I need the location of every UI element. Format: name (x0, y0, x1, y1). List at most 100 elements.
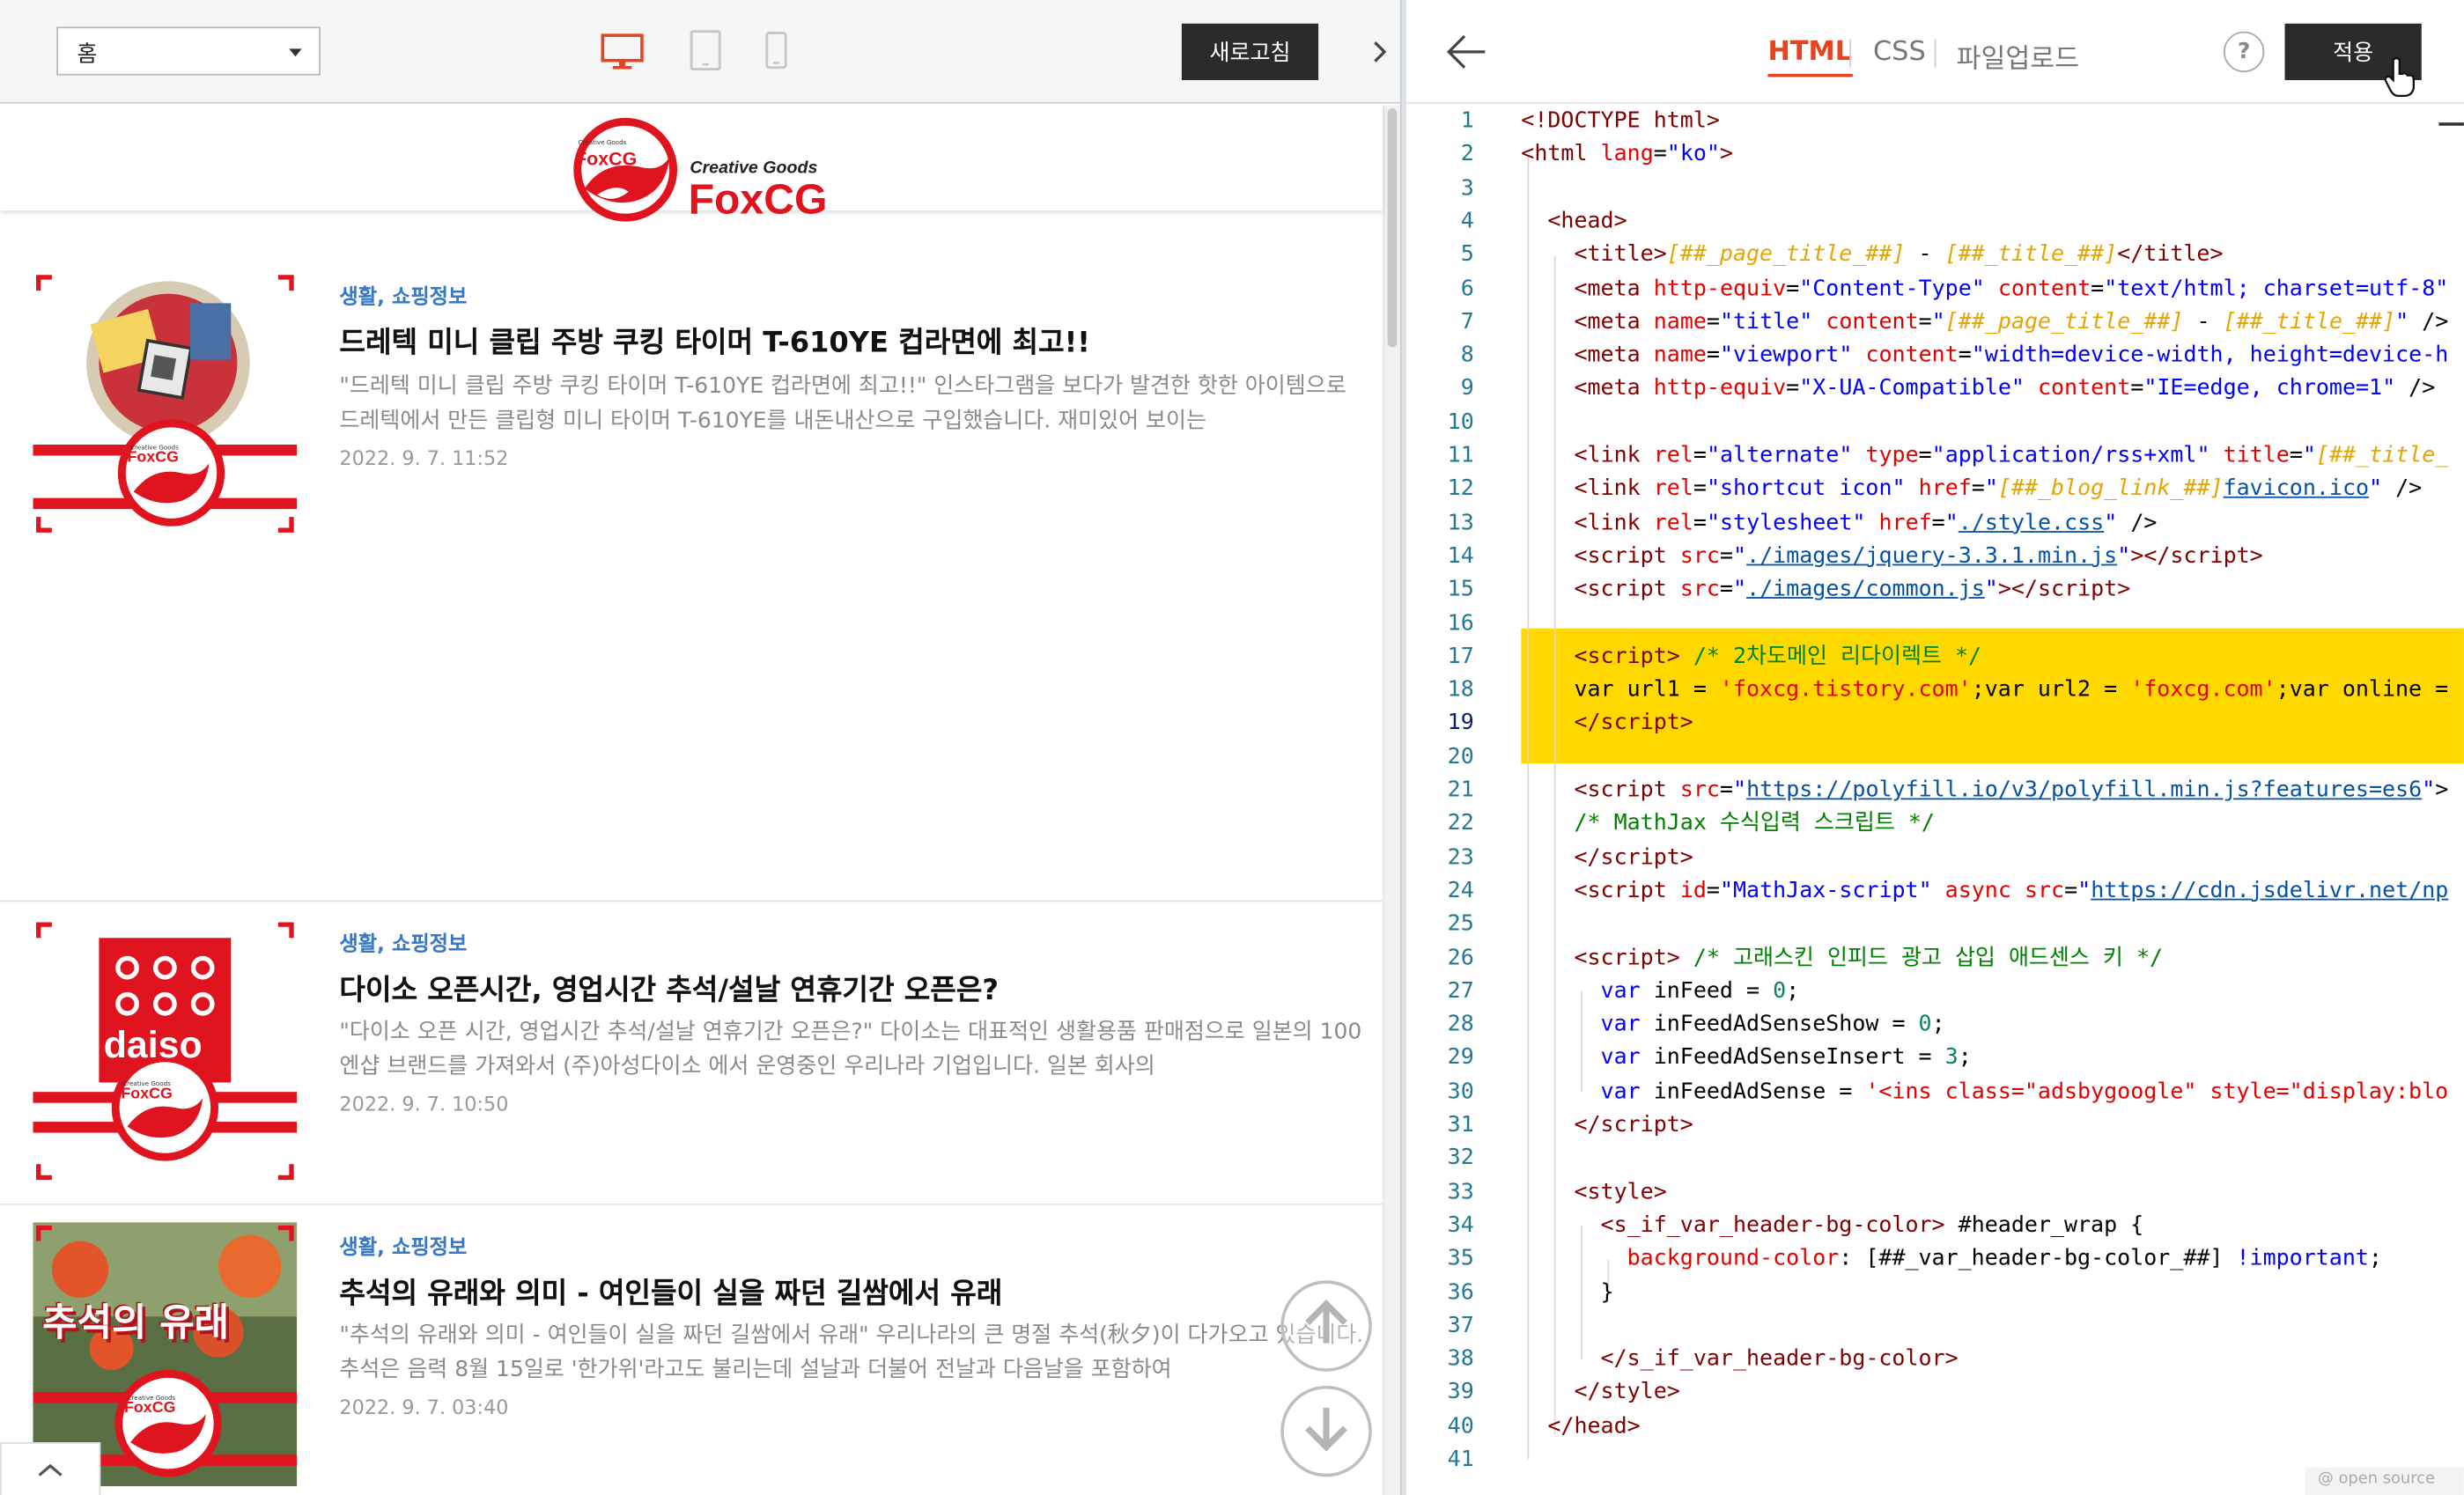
logo-tagline: Creative Goods (690, 158, 818, 178)
blog-header: Creative Goods FoxCG Creative Goods FoxC… (0, 105, 1383, 223)
line-number: 39 (1447, 1380, 1474, 1405)
tab-file-upload[interactable]: 파일업로드 (1957, 36, 2080, 76)
code-line[interactable]: var url1 = 'foxcg.tistory.com';var url2 … (1521, 674, 2448, 708)
code-line[interactable]: <title>[##_page_title_##] - [##_title_##… (1521, 239, 2223, 273)
post-title[interactable]: 추석의 유래와 의미 - 여인들이 실을 짜던 길쌈에서 유래 (339, 1271, 1002, 1312)
line-number: 31 (1447, 1112, 1474, 1138)
post-date: 2022. 9. 7. 03:40 (339, 1395, 509, 1419)
tab-separator (1934, 39, 1937, 68)
scroll-up-button[interactable] (1280, 1280, 1372, 1372)
code-line[interactable]: <meta http-equiv="X-UA-Compatible" conte… (1521, 373, 2435, 407)
code-line[interactable]: </head> (1521, 1410, 1640, 1444)
help-icon[interactable]: ? (2223, 31, 2265, 73)
line-number: 27 (1447, 978, 1474, 1004)
line-number: 35 (1447, 1246, 1474, 1271)
code-line[interactable]: <meta http-equiv="Content-Type" content=… (1521, 273, 2448, 306)
line-number: 15 (1447, 577, 1474, 602)
line-number: 13 (1447, 510, 1474, 535)
post-category[interactable]: 생활, 쇼핑정보 (339, 280, 467, 310)
line-number: 29 (1447, 1045, 1474, 1071)
code-line[interactable]: <script> /* 2차도메인 리다이렉트 */ (1521, 641, 1981, 674)
post-thumbnail[interactable]: daiso Creative Goods FoxCG (33, 918, 298, 1183)
chevron-right-icon[interactable] (1361, 32, 1398, 72)
code-line[interactable]: <link rel="stylesheet" href="./style.css… (1521, 507, 2157, 541)
line-number: 37 (1447, 1313, 1474, 1338)
line-number: 36 (1447, 1279, 1474, 1305)
code-editor[interactable]: 1 2 3 4 5 6 7 8 9 10 11 12 13 14 15 16 17 18 19 20 21 22 23 24 2… (1406, 105, 2464, 1495)
tab-html[interactable]: HTML (1767, 36, 1852, 77)
overview-ruler (2438, 122, 2464, 126)
page-select[interactable]: 홈 (56, 26, 321, 76)
tablet-icon[interactable] (690, 30, 721, 77)
scrollbar-thumb[interactable] (1387, 108, 1398, 348)
post-item[interactable]: daiso Creative Goods FoxCG 생활, 쇼핑정보 다이소 … (0, 902, 1383, 1205)
scroll-down-button[interactable] (1280, 1385, 1372, 1477)
code-line[interactable]: background-color: [##_var_header-bg-colo… (1521, 1243, 2382, 1277)
tab-css[interactable]: CSS (1873, 36, 1926, 68)
line-number: 24 (1447, 878, 1474, 903)
blog-logo[interactable]: Creative Goods FoxCG Creative Goods FoxC… (569, 113, 836, 225)
code-line[interactable]: <s_if_var_header-bg-color> #header_wrap … (1521, 1210, 2144, 1243)
code-line[interactable]: </script> (1521, 842, 1693, 875)
code-line[interactable]: <!DOCTYPE html> (1521, 106, 1720, 139)
refresh-button[interactable]: 새로고침 (1181, 23, 1319, 81)
post-title[interactable]: 드레텍 미니 클립 주방 쿠킹 타이머 T-610YE 컵라면에 최고!! (339, 320, 1090, 361)
tab-separator (1849, 39, 1852, 68)
code-line[interactable]: /* MathJax 수식입력 스크립트 */ (1521, 808, 1934, 842)
line-number: 20 (1447, 744, 1474, 770)
code-line[interactable]: <link rel="shortcut icon" href="[##_blog… (1521, 474, 2422, 507)
post-item[interactable]: 추석의 유래 Creative Goods FoxCG 생활, 쇼핑정보 추석의… (0, 1205, 1383, 1495)
code-line[interactable]: </style> (1521, 1377, 1679, 1410)
line-number: 9 (1460, 376, 1474, 401)
mobile-icon[interactable] (765, 32, 787, 76)
code-line[interactable]: <meta name="title" content="[##_page_tit… (1521, 306, 2448, 340)
preview-pane: 홈 새로고침 Creative Goods FoxCG Creative Goo… (0, 0, 1400, 1495)
post-thumbnail[interactable]: Creative Goods FoxCG (33, 271, 298, 536)
post-date: 2022. 9. 7. 10:50 (339, 1092, 509, 1116)
post-item[interactable]: Creative Goods FoxCG 생활, 쇼핑정보 드레텍 미니 클립 … (0, 210, 1383, 902)
chevron-down-icon (289, 48, 302, 57)
line-number: 33 (1447, 1179, 1474, 1204)
code-line[interactable]: <script> /* 고래스킨 인피드 광고 삽입 애드센스 키 */ (1521, 942, 2163, 976)
line-number: 3 (1460, 175, 1474, 201)
code-line[interactable]: var inFeedAdSenseInsert = 3; (1521, 1042, 1972, 1076)
post-category[interactable]: 생활, 쇼핑정보 (339, 1230, 467, 1260)
line-number: 23 (1447, 844, 1474, 870)
code-line[interactable]: <meta name="viewport" content="width=dev… (1521, 340, 2448, 373)
code-line[interactable]: } (1521, 1277, 1614, 1310)
scroll-top-tab[interactable] (0, 1442, 101, 1495)
line-number: 11 (1447, 443, 1474, 468)
page-select-value: 홈 (77, 42, 98, 68)
code-line[interactable]: </script> (1521, 1109, 1693, 1143)
line-number: 25 (1447, 911, 1474, 937)
line-number: 8 (1460, 342, 1474, 368)
line-number: 18 (1447, 677, 1474, 703)
code-line[interactable]: </s_if_var_header-bg-color> (1521, 1344, 1959, 1377)
preview-toolbar: 홈 새로고침 (0, 0, 1400, 104)
pane-divider[interactable] (1399, 0, 1407, 1495)
code-line[interactable]: var inFeedAdSenseShow = 0; (1521, 1009, 1945, 1042)
code-line[interactable]: <script src="./images/common.js"></scrip… (1521, 574, 2130, 608)
post-category[interactable]: 생활, 쇼핑정보 (339, 927, 467, 957)
code-line[interactable]: <head> (1521, 206, 1627, 239)
line-number-gutter: 1 2 3 4 5 6 7 8 9 10 11 12 13 14 15 16 17 18 19 20 21 22 23 24 2… (1406, 105, 1501, 1495)
arrow-down-icon (1300, 1402, 1354, 1462)
code-line[interactable]: var inFeed = 0; (1521, 976, 1800, 1009)
preview-scrollbar[interactable] (1383, 105, 1400, 1495)
desktop-icon[interactable] (601, 33, 645, 77)
code-line[interactable]: <script src="./images/jquery-3.3.1.min.j… (1521, 541, 2262, 574)
editor-toolbar: HTML CSS 파일업로드 ? 적용 (1406, 0, 2464, 104)
code-line[interactable]: </script> (1521, 708, 1693, 741)
code-line[interactable]: <style> (1521, 1176, 1666, 1210)
code-line[interactable]: <link rel="alternate" type="application/… (1521, 440, 2448, 474)
thumb-daiso-text: daiso (103, 1024, 203, 1067)
code-line[interactable]: <html lang="ko"> (1521, 139, 1733, 173)
line-number: 6 (1460, 276, 1474, 301)
code-line[interactable]: <script src="https://polyfill.io/v3/poly… (1521, 775, 2448, 808)
code-line[interactable]: <script id="MathJax-script" async src="h… (1521, 875, 2448, 909)
open-source-note[interactable]: @ open source (2305, 1467, 2464, 1495)
code-line[interactable]: var inFeedAdSense = '<ins class="adsbygo… (1521, 1076, 2449, 1109)
post-title[interactable]: 다이소 오픈시간, 영업시간 추석/설날 연휴기간 오픈은? (339, 968, 999, 1008)
line-number: 4 (1460, 209, 1474, 234)
back-arrow-icon[interactable] (1444, 32, 1488, 72)
